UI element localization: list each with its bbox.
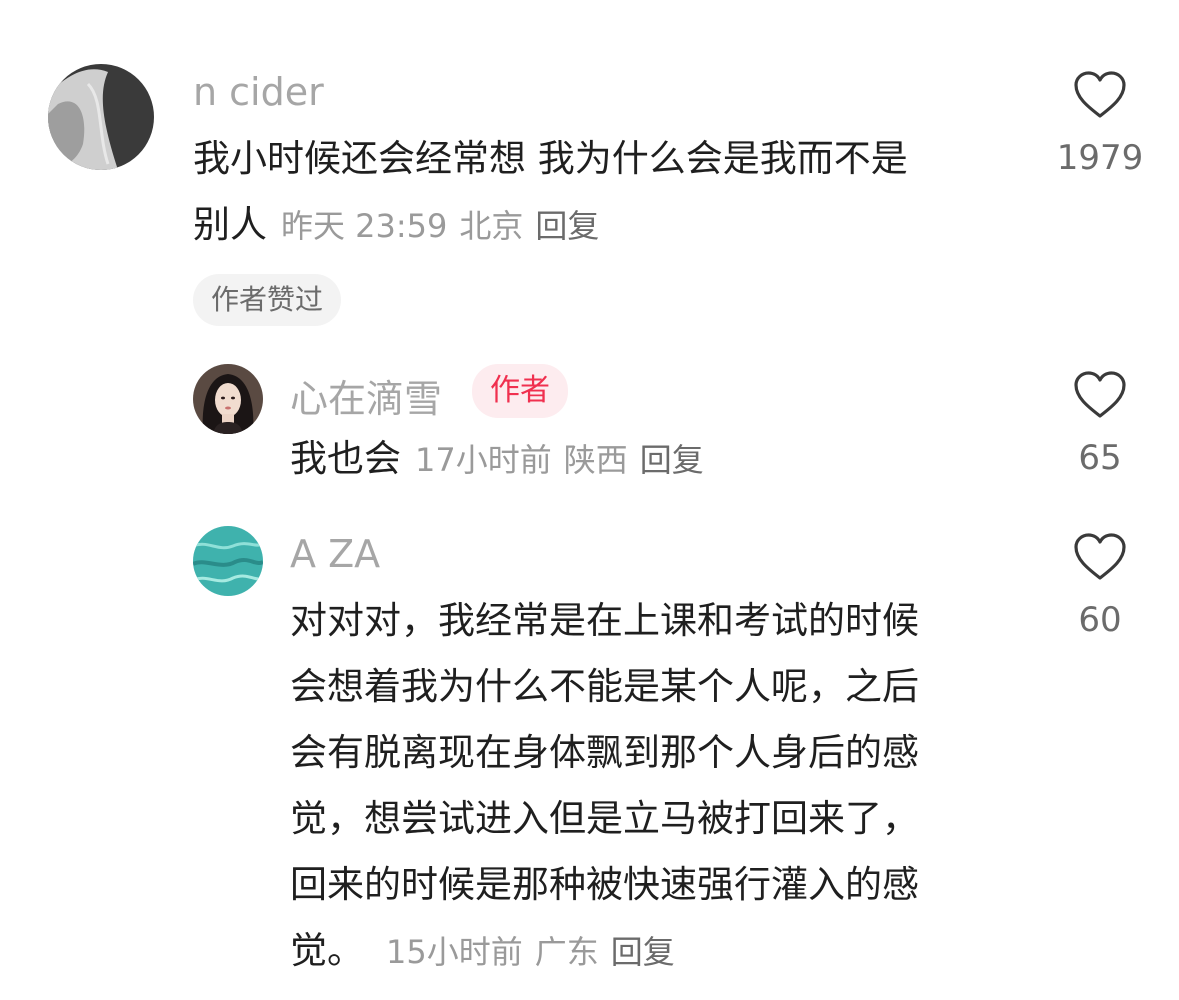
comment-location: 广东: [534, 933, 599, 971]
comment-text-line-end: 别人: [193, 203, 267, 246]
like-count: 60: [1078, 600, 1122, 640]
comment-meta: 17小时前 陕西 回复: [415, 441, 716, 479]
author-badge: 作者: [472, 364, 568, 418]
comment-text-content: 我也会: [290, 437, 401, 480]
like-count: 65: [1078, 438, 1122, 478]
like-button[interactable]: [1073, 532, 1127, 586]
comment-time: 15小时前: [386, 933, 523, 971]
comment-text-line: 觉，想尝试进入但是立马被打回来了，: [290, 797, 919, 840]
heart-icon: [1074, 371, 1126, 418]
comment-text-line: 会想着我为什么不能是某个人呢，之后: [290, 665, 919, 708]
comment-time: 17小时前: [415, 441, 552, 479]
reply-button[interactable]: 回复: [640, 441, 704, 479]
avatar[interactable]: [193, 526, 263, 596]
like-count: 1979: [1056, 138, 1144, 178]
comment-location: 陕西: [563, 441, 628, 479]
comment-text: 我也会 17小时前 陕西 回复: [290, 426, 716, 493]
comment-text: 对对对，我经常是在上课和考试的时候 会想着我为什么不能是某个人呢，之后 会有脱离…: [290, 588, 1030, 985]
comment-text: 我小时候还会经常想 我为什么会是我而不是 别人 昨天 23:59 北京 回复: [193, 126, 1023, 259]
heart-icon: [1074, 71, 1126, 118]
comment-meta: 昨天 23:59 北京 回复: [281, 207, 611, 245]
author-liked-badge: 作者赞过: [193, 274, 342, 326]
reply-button[interactable]: 回复: [535, 207, 599, 245]
comment-text-line: 觉。 15小时前 广东 回复: [290, 918, 1030, 985]
heart-icon: [1074, 533, 1126, 580]
comment-text-line: 别人 昨天 23:59 北京 回复: [193, 192, 1023, 259]
comment-location: 北京: [459, 207, 524, 245]
comment-text-line: 对对对，我经常是在上课和考试的时候: [290, 599, 919, 642]
avatar[interactable]: [48, 64, 154, 170]
comment-text-line: 我小时候还会经常想 我为什么会是我而不是: [193, 137, 908, 180]
username[interactable]: 心在滴雪: [290, 368, 442, 423]
like-button[interactable]: [1073, 370, 1127, 424]
comment-text-line: 回来的时候是那种被快速强行灌入的感: [290, 863, 919, 906]
username[interactable]: n cider: [193, 70, 324, 114]
like-button[interactable]: [1073, 70, 1127, 124]
reply-button[interactable]: 回复: [611, 933, 675, 971]
avatar[interactable]: [193, 364, 263, 434]
comment-text-line-end: 觉。: [290, 929, 364, 972]
comment-text-line: 会有脱离现在身体飘到那个人身后的感: [290, 731, 919, 774]
comment-time: 昨天 23:59: [281, 207, 448, 245]
username[interactable]: A ZA: [290, 532, 380, 576]
comment-meta: 15小时前 广东 回复: [386, 933, 687, 971]
